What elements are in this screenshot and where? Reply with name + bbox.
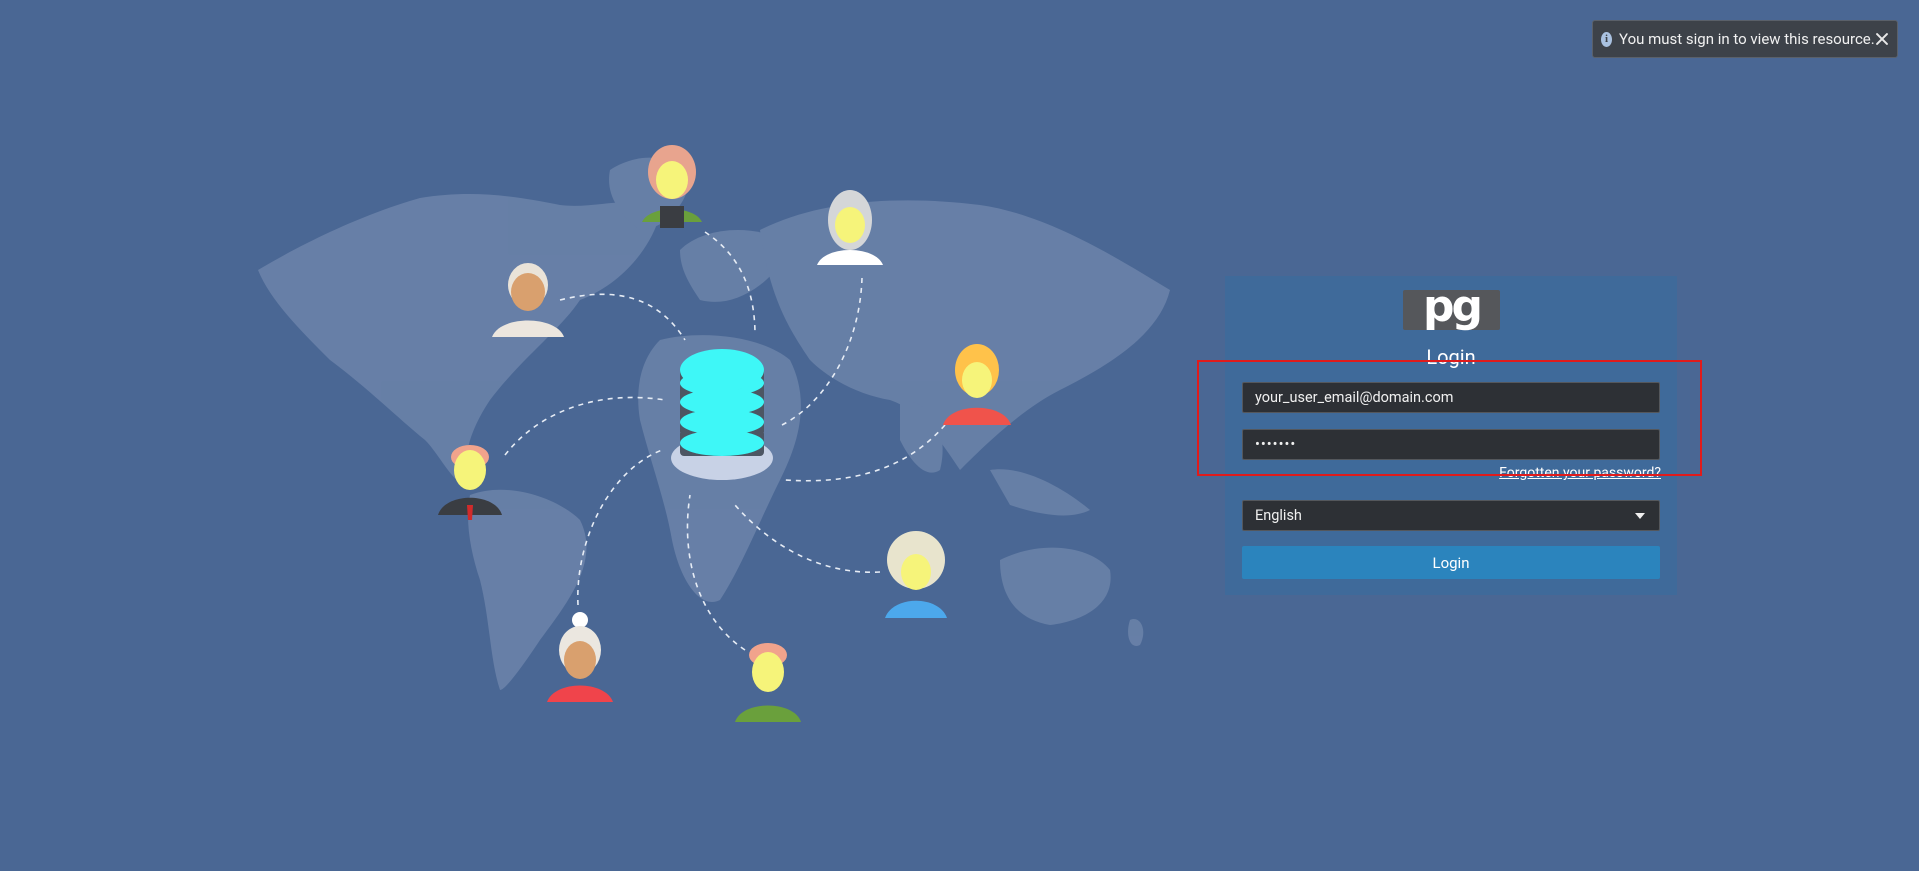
person-icon-6 [885, 531, 947, 618]
login-button[interactable]: Login [1242, 546, 1660, 579]
pgadmin-logo: pg [1403, 281, 1500, 332]
info-icon: i [1601, 31, 1613, 47]
language-select[interactable]: English [1242, 500, 1660, 531]
database-icon [671, 349, 773, 480]
logo-text: pg [1423, 281, 1483, 332]
toast-message: You must sign in to view this resource. [1619, 30, 1875, 48]
signin-required-toast: i You must sign in to view this resource… [1592, 20, 1898, 58]
language-value: English [1255, 507, 1302, 524]
close-icon[interactable] [1875, 32, 1885, 46]
person-icon-7 [547, 612, 613, 702]
person-icon-8 [735, 643, 801, 722]
highlight-box [1197, 360, 1702, 476]
chevron-down-icon [1635, 512, 1645, 519]
